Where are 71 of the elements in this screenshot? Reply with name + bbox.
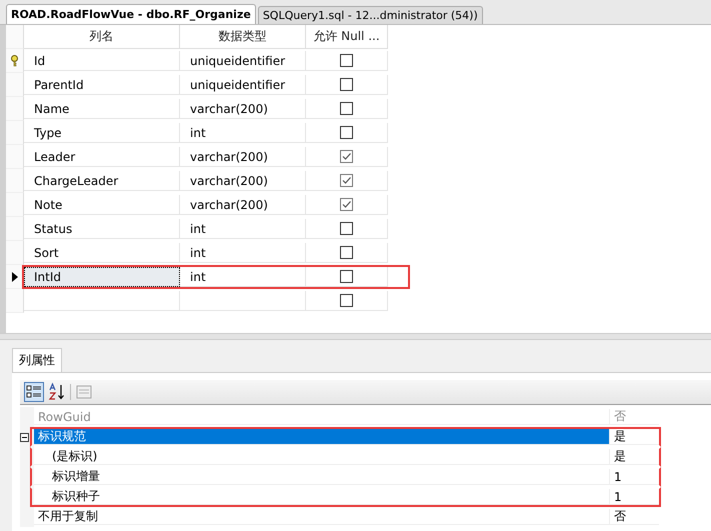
table-cell[interactable]: varchar(200) bbox=[180, 171, 306, 191]
property-name[interactable]: 标识种子 bbox=[34, 489, 609, 505]
property-row[interactable]: (是标识) 是 bbox=[30, 447, 661, 467]
checkbox[interactable] bbox=[340, 198, 353, 211]
table-row[interactable]: Note varchar(200) bbox=[22, 193, 410, 217]
property-name[interactable]: 标识规范 bbox=[34, 429, 609, 445]
checkbox[interactable] bbox=[340, 150, 353, 163]
checkbox[interactable] bbox=[340, 78, 353, 91]
document-tab[interactable]: ROAD.RoadFlowVue - dbo.RF_Organize bbox=[6, 4, 256, 24]
table-row[interactable]: Id uniqueidentifier bbox=[22, 49, 410, 73]
table-cell[interactable]: varchar(200) bbox=[180, 195, 306, 215]
table-cell[interactable]: uniqueidentifier bbox=[180, 75, 306, 95]
property-row[interactable]: 不用于复制 否 bbox=[30, 507, 661, 527]
checkbox[interactable] bbox=[340, 222, 353, 235]
table-cell[interactable] bbox=[24, 291, 180, 311]
column-header: 列名 bbox=[24, 25, 180, 49]
table-cell[interactable]: ParentId bbox=[24, 75, 180, 95]
property-value[interactable]: 否 bbox=[609, 509, 659, 525]
checkbox[interactable] bbox=[340, 126, 353, 139]
property-value[interactable]: 是 bbox=[609, 429, 659, 445]
table-cell[interactable]: Leader bbox=[24, 147, 180, 167]
property-row[interactable]: 标识种子 1 bbox=[30, 487, 661, 507]
property-name[interactable]: 标识增量 bbox=[34, 469, 609, 485]
property-row[interactable]: 标识增量 1 bbox=[30, 467, 661, 487]
checkbox[interactable] bbox=[340, 54, 353, 67]
table-row[interactable]: ParentId uniqueidentifier bbox=[22, 73, 410, 97]
table-row[interactable]: Name varchar(200) bbox=[22, 97, 410, 121]
property-name[interactable]: (是标识) bbox=[34, 449, 609, 465]
table-cell[interactable]: Note bbox=[24, 195, 180, 215]
table-cell[interactable]: IntId bbox=[24, 267, 180, 287]
table-cell[interactable]: int bbox=[180, 267, 306, 287]
table-cell[interactable]: Type bbox=[24, 123, 180, 143]
row-gutter bbox=[20, 507, 34, 527]
table-cell[interactable]: Status bbox=[24, 219, 180, 239]
property-row[interactable]: 标识规范 是 bbox=[30, 427, 661, 447]
checkbox[interactable] bbox=[340, 102, 353, 115]
table-cell[interactable]: Sort bbox=[24, 243, 180, 263]
table-cell[interactable]: int bbox=[180, 123, 306, 143]
property-name[interactable]: 不用于复制 bbox=[34, 509, 609, 525]
current-row-icon bbox=[12, 272, 18, 282]
panel-tab[interactable]: 列属性 bbox=[12, 348, 62, 372]
column-header: 允许 Null ... bbox=[306, 25, 388, 49]
checkbox[interactable] bbox=[340, 294, 353, 307]
table-cell[interactable]: int bbox=[180, 219, 306, 239]
property-value[interactable]: 1 bbox=[609, 469, 659, 485]
table-row[interactable]: Leader varchar(200) bbox=[22, 145, 410, 169]
checkbox[interactable] bbox=[340, 246, 353, 259]
collapse-icon[interactable] bbox=[20, 432, 29, 442]
table-cell[interactable]: int bbox=[180, 243, 306, 263]
table-row[interactable]: Type int bbox=[22, 121, 410, 145]
table-cell[interactable]: varchar(200) bbox=[180, 99, 306, 119]
sort-alphabetical-icon[interactable] bbox=[47, 382, 67, 402]
checkbox[interactable] bbox=[340, 270, 353, 283]
column-header: 数据类型 bbox=[180, 25, 306, 49]
key-icon bbox=[10, 54, 19, 66]
table-cell[interactable]: uniqueidentifier bbox=[180, 51, 306, 71]
table-cell[interactable]: Id bbox=[24, 51, 180, 71]
document-tab[interactable]: SQLQuery1.sql - 12...dministrator (54)) bbox=[258, 6, 483, 24]
table-row[interactable]: Sort int bbox=[22, 241, 410, 265]
property-value[interactable]: 1 bbox=[609, 489, 659, 505]
table-row[interactable]: IntId int bbox=[22, 265, 410, 289]
categorized-view-icon[interactable] bbox=[24, 382, 44, 402]
table-cell[interactable]: Name bbox=[24, 99, 180, 119]
row-header bbox=[6, 289, 24, 313]
table-cell[interactable] bbox=[180, 291, 306, 311]
table-row[interactable]: Status int bbox=[22, 217, 410, 241]
table-cell[interactable]: ChargeLeader bbox=[24, 171, 180, 191]
property-value[interactable]: 是 bbox=[609, 449, 659, 465]
table-row[interactable]: ChargeLeader varchar(200) bbox=[22, 169, 410, 193]
table-cell[interactable]: varchar(200) bbox=[180, 147, 306, 167]
checkbox[interactable] bbox=[340, 174, 353, 187]
